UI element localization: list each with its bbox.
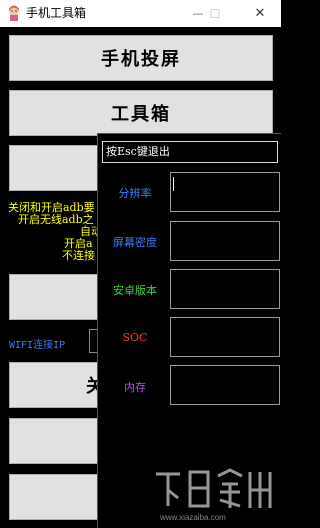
- wifi-ip-label: WIFI连接IP: [9, 340, 66, 351]
- maximize-icon: ☐: [209, 6, 221, 21]
- android-version-label: 安卓版本: [113, 284, 157, 297]
- watermark-logo: www.xiazaiba.com: [156, 468, 272, 522]
- android-version-value[interactable]: [170, 269, 280, 309]
- soc-value[interactable]: [170, 317, 280, 357]
- toolbox-button[interactable]: 工具箱: [9, 90, 273, 136]
- soc-label: SOC: [122, 331, 148, 344]
- density-label: 屏幕密度: [113, 236, 157, 249]
- title-bar: 手机工具箱 — ☐ ✕: [0, 0, 281, 27]
- app-icon: [9, 5, 19, 21]
- close-button[interactable]: ✕: [243, 0, 277, 27]
- info-line-5: 不连接: [62, 249, 95, 262]
- window-title: 手机工具箱: [26, 6, 87, 20]
- screen-mirror-button[interactable]: 手机投屏: [9, 35, 273, 81]
- esc-hint: 按Esc键退出: [102, 141, 278, 163]
- memory-label: 内存: [124, 381, 146, 394]
- close-icon: ✕: [254, 6, 266, 21]
- density-value[interactable]: [170, 221, 280, 261]
- maximize-button[interactable]: ☐: [198, 0, 232, 27]
- resolution-label: 分辨率: [118, 187, 152, 200]
- svg-text:www.xiazaiba.com: www.xiazaiba.com: [159, 513, 226, 522]
- memory-value[interactable]: [170, 365, 280, 405]
- resolution-value[interactable]: [170, 172, 280, 212]
- text-cursor: [173, 177, 174, 191]
